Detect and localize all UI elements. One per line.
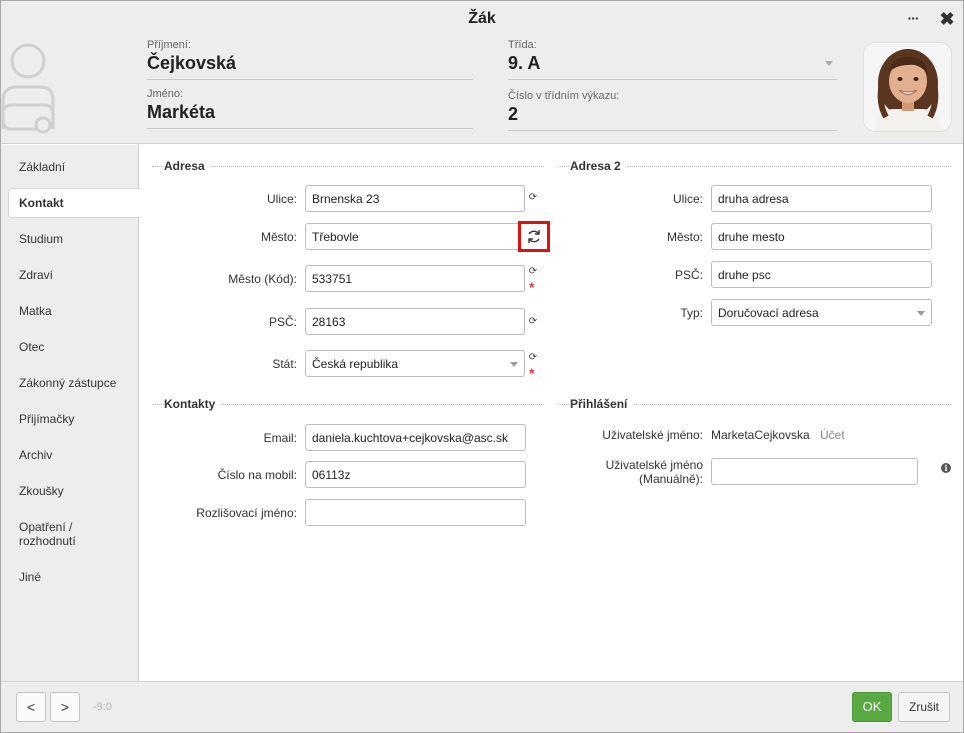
register-number-label: Číslo v třídním výkazu: (508, 90, 620, 102)
sidebar-item-matka[interactable]: Matka (9, 304, 139, 318)
manual-username-input[interactable] (711, 458, 918, 485)
city-label: Město: (260, 230, 297, 244)
sidebar: Základní Kontakt Studium Zdraví Matka Ot… (1, 145, 140, 681)
sidebar-item-prijimacky[interactable]: Přijímačky (9, 412, 139, 426)
contacts-section-title: Kontakty (164, 397, 222, 411)
sidebar-item-archiv[interactable]: Archiv (9, 448, 139, 462)
username-label: Uživatelské jméno: (602, 428, 703, 442)
country-value: Česká republika (312, 357, 399, 371)
refresh-icon[interactable]: ⟳ (528, 353, 538, 363)
next-record-button[interactable]: > (50, 692, 80, 722)
street-input[interactable]: Brnenska 23 (305, 185, 525, 212)
sidebar-item-jine[interactable]: Jiné (9, 570, 139, 584)
username-value: MarketaCejkovska (711, 428, 810, 442)
type-label: Typ: (680, 306, 703, 320)
distinct-name-input[interactable] (305, 499, 526, 526)
country-select[interactable]: Česká republika (305, 350, 525, 377)
footer-bar: < > -9:0 OK Zrušit (1, 681, 963, 732)
student-header: Příjmení: Čejkovská Jméno: Markéta Třída… (1, 37, 963, 144)
user-placeholder-icon (1, 41, 61, 137)
firstname-value: Markéta (147, 102, 216, 122)
city-refresh-highlight[interactable] (518, 221, 550, 252)
street-label: Ulice: (266, 192, 297, 206)
type-value: Doručovací adresa (718, 306, 819, 320)
dialog-title: Žák (468, 10, 496, 27)
account-link[interactable]: Účet (820, 428, 845, 442)
email-label: Email: (263, 431, 297, 445)
sidebar-item-zkousky[interactable]: Zkoušky (9, 484, 139, 498)
street2-label: Ulice: (672, 192, 703, 206)
city2-input[interactable]: druhe mesto (711, 223, 932, 250)
sidebar-item-kontakt[interactable]: Kontakt (8, 188, 140, 218)
street2-input[interactable]: druha adresa (711, 185, 932, 212)
chevron-down-icon (825, 61, 833, 66)
refresh-icon[interactable]: ⟳ (528, 267, 538, 277)
surname-value: Čejkovská (147, 53, 237, 73)
manual-username-label-line1: Uživatelské jméno (605, 458, 703, 472)
record-counter: -9:0 (93, 701, 112, 713)
register-number-field: Číslo v třídním výkazu: 2 (508, 90, 837, 131)
city2-label: Město: (666, 230, 703, 244)
mobile-input[interactable]: 06113z (305, 461, 526, 488)
required-mark: * (529, 365, 535, 381)
sidebar-item-studium[interactable]: Studium (9, 232, 139, 246)
refresh-icon[interactable]: ⟳ (528, 317, 538, 327)
more-options-button[interactable]: ··· (903, 10, 923, 28)
address2-section-title: Adresa 2 (570, 159, 627, 173)
sidebar-item-zdravi[interactable]: Zdraví (9, 268, 139, 282)
firstname-field: Jméno: Markéta (147, 88, 473, 129)
surname-label: Příjmení: (147, 39, 192, 51)
type-select[interactable]: Doručovací adresa (711, 299, 932, 326)
surname-field: Příjmení: Čejkovská (147, 39, 473, 80)
main-panel: Adresa Ulice: Brnenska 23 ⟳ Město: Třebo… (140, 145, 963, 681)
country-label: Stát: (272, 357, 297, 371)
login-section-title: Přihlášení (570, 397, 634, 411)
sidebar-item-otec[interactable]: Otec (9, 340, 139, 354)
class-select[interactable]: Třída: 9. A (508, 39, 837, 80)
ok-button[interactable]: OK (852, 692, 892, 722)
class-value: 9. A (508, 53, 541, 73)
chevron-down-icon (917, 311, 925, 316)
close-button[interactable]: ✖ (937, 9, 957, 29)
previous-record-button[interactable]: < (16, 692, 46, 722)
zip2-label: PSČ: (674, 268, 703, 282)
cancel-button[interactable]: Zrušit (898, 692, 950, 722)
student-dialog: Žák ··· ✖ Příjmení: Čejkovská Jméno: Mar… (0, 0, 964, 733)
register-number-value: 2 (508, 104, 519, 124)
refresh-icon[interactable]: ⟳ (528, 193, 538, 203)
refresh-icon (528, 230, 540, 243)
title-bar: Žák ··· ✖ (1, 1, 963, 37)
class-label: Třída: (508, 39, 537, 51)
firstname-label: Jméno: (147, 88, 184, 100)
sidebar-item-opatreni[interactable]: Opatření / rozhodnutí (9, 520, 109, 548)
student-photo[interactable] (863, 42, 952, 132)
distinct-name-label: Rozlišovací jméno: (196, 506, 297, 520)
section-divider (152, 166, 544, 167)
chevron-down-icon (510, 362, 518, 367)
city-code-input[interactable]: 533751 (305, 265, 525, 292)
mobile-label: Číslo na mobil: (217, 468, 297, 482)
city-input[interactable]: Třebovle (305, 223, 525, 250)
info-icon[interactable]: i (941, 463, 951, 473)
zip-label: PSČ: (268, 315, 297, 329)
required-mark: * (529, 279, 535, 295)
email-input[interactable]: daniela.kuchtova+cejkovska@asc.sk (305, 424, 526, 451)
zip2-input[interactable]: druhe psc (711, 261, 932, 288)
sidebar-item-zakonny-zastupce[interactable]: Zákonný zástupce (9, 376, 139, 390)
sidebar-item-zakladni[interactable]: Základní (9, 160, 139, 174)
zip-input[interactable]: 28163 (305, 308, 525, 335)
city-code-label: Město (Kód): (228, 272, 297, 286)
address-section-title: Adresa (164, 159, 211, 173)
manual-username-label: Uživatelské jméno (Manuálně): (560, 458, 703, 486)
manual-username-label-line2: (Manuálně): (638, 472, 703, 486)
